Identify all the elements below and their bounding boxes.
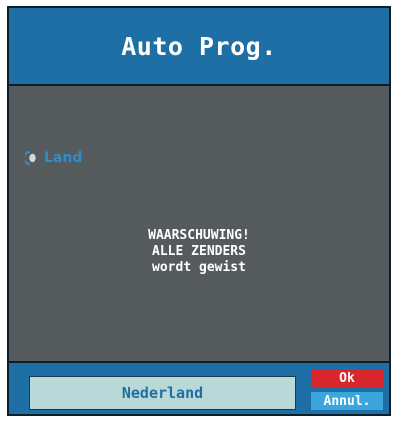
- cancel-button[interactable]: Annul.: [311, 392, 383, 410]
- footer-bar: Nederland Ok Annul.: [9, 363, 389, 414]
- warning-line-2: ALLE ZENDERS: [152, 244, 246, 259]
- country-option-label: Land: [44, 150, 83, 166]
- radio-selected-icon: [23, 151, 37, 165]
- warning-line-3: wordt gewist: [152, 260, 246, 275]
- dialog-content: Land WAARSCHUWING! ALLE ZENDERS wordt ge…: [9, 86, 389, 361]
- ok-button[interactable]: Ok: [311, 369, 383, 387]
- dialog-title: Auto Prog.: [121, 31, 277, 61]
- title-bar: Auto Prog.: [9, 8, 389, 84]
- warning-message: WAARSCHUWING! ALLE ZENDERS wordt gewist: [9, 228, 389, 276]
- auto-prog-dialog: Auto Prog. Land WAARSCHUWING! ALLE ZENDE…: [7, 6, 391, 416]
- country-option[interactable]: Land: [23, 150, 83, 166]
- warning-line-1: WAARSCHUWING!: [148, 228, 250, 243]
- country-select-field[interactable]: Nederland: [29, 376, 296, 410]
